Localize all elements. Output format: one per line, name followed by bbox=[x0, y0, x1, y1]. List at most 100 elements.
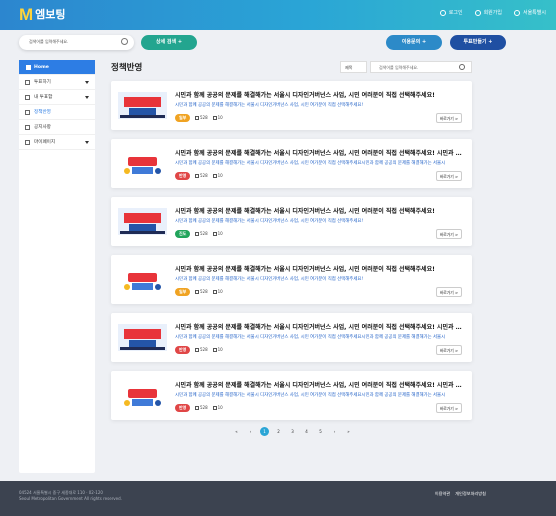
sidebar-item-notice[interactable]: 공지사항 bbox=[19, 120, 95, 135]
policy-title[interactable]: 시민과 함께 공공의 문제를 해결해가는 서울시 디자인거버넌스 사업, 시민 … bbox=[175, 380, 465, 389]
inquiry-button[interactable]: 이용문의 + bbox=[386, 35, 442, 50]
page-button[interactable]: 4 bbox=[302, 427, 311, 436]
sidebar-item-policy[interactable]: 정책반영 bbox=[19, 105, 95, 120]
policy-card[interactable]: 시민과 함께 공공의 문제를 해결해가는 서울시 디자인거버넌스 사업, 시민 … bbox=[111, 371, 472, 420]
goto-button[interactable]: 바로가기 > bbox=[436, 113, 462, 123]
create-vote-button[interactable]: 투표만들기 + bbox=[450, 35, 506, 50]
policy-thumbnail bbox=[118, 92, 167, 119]
page-button[interactable]: 1 bbox=[260, 427, 269, 436]
list-search-input[interactable]: 검색어를 입력해주세요. bbox=[370, 61, 472, 73]
search-row: 검색어를 입력해주세요. 상세 검색 + 이용문의 + 투표만들기 + bbox=[19, 35, 539, 51]
policy-title[interactable]: 시민과 함께 공공의 문제를 해결해가는 서울시 디자인거버넌스 사업, 시민 … bbox=[175, 90, 465, 99]
policy-subtitle: 시민과 함께 공공의 문제를 해결해가는 서울시 디자인거버넌스 사업, 시민 … bbox=[175, 335, 446, 340]
footer: 04524 서울특별시 중구 세종대로 110 · 02-120 Seoul M… bbox=[0, 481, 556, 516]
person-icon bbox=[195, 406, 199, 410]
login-link-label: 로그인 bbox=[448, 10, 463, 16]
sidebar-item-home[interactable]: Home bbox=[19, 60, 95, 75]
policy-title[interactable]: 시민과 함께 공공의 문제를 해결해가는 서울시 디자인거버넌스 사업, 시민 … bbox=[175, 148, 465, 157]
goto-button[interactable]: 바로가기 > bbox=[436, 229, 462, 239]
privacy-link[interactable]: 개인정보처리방침 bbox=[455, 491, 486, 497]
goto-button[interactable]: 바로가기 > bbox=[436, 345, 462, 355]
search-placeholder: 검색어를 입력해주세요. bbox=[29, 39, 69, 44]
login-link[interactable]: 로그인 bbox=[439, 9, 463, 16]
policy-subtitle: 시민과 함께 공공의 문제를 해결해가는 서울시 디자인거버넌스 사업, 시민 … bbox=[175, 277, 364, 282]
policy-title[interactable]: 시민과 함께 공공의 문제를 해결해가는 서울시 디자인거버넌스 사업, 시민 … bbox=[175, 264, 465, 273]
sidebar-item-label: 마이페이지 bbox=[34, 140, 56, 145]
seoul-link[interactable]: 서울특별시 bbox=[513, 9, 546, 16]
goto-button[interactable]: 바로가기 > bbox=[436, 171, 462, 181]
person-icon bbox=[195, 174, 199, 178]
comment-icon bbox=[212, 290, 217, 294]
policy-title[interactable]: 시민과 함께 공공의 문제를 해결해가는 서울시 디자인거버넌스 사업, 시민 … bbox=[175, 206, 465, 215]
page-button[interactable]: 5 bbox=[316, 427, 325, 436]
policy-card[interactable]: 시민과 함께 공공의 문제를 해결해가는 서울시 디자인거버넌스 사업, 시민 … bbox=[111, 81, 472, 130]
search-input[interactable]: 검색어를 입력해주세요. bbox=[19, 35, 134, 50]
comments-count: 10 bbox=[212, 347, 223, 352]
policy-thumbnail bbox=[118, 324, 167, 351]
chevron-down-icon bbox=[85, 96, 89, 99]
policy-subtitle: 시민과 함께 공공의 문제를 해결해가는 서울시 디자인거버넌스 사업, 시민 … bbox=[175, 219, 364, 224]
comment-icon bbox=[212, 116, 217, 120]
comments-value: 10 bbox=[217, 405, 223, 410]
search-icon[interactable] bbox=[459, 64, 465, 70]
views-count: 528 bbox=[195, 405, 208, 410]
footer-address: 04524 서울특별시 중구 세종대로 110 · 02-120 Seoul M… bbox=[19, 490, 122, 502]
policy-thumbnail bbox=[118, 150, 167, 177]
comments-count: 10 bbox=[212, 231, 223, 236]
policy-title[interactable]: 시민과 함께 공공의 문제를 해결해가는 서울시 디자인거버넌스 사업, 시민 … bbox=[175, 322, 465, 331]
comments-value: 10 bbox=[217, 231, 223, 236]
page-button[interactable]: » bbox=[344, 427, 353, 436]
sort-select-value: 제목 bbox=[345, 65, 353, 70]
user-icon bbox=[474, 9, 481, 16]
sidebar-item-my-votes[interactable]: 내 투표함 bbox=[19, 90, 95, 105]
policy-card[interactable]: 시민과 함께 공공의 문제를 해결해가는 서울시 디자인거버넌스 사업, 시민 … bbox=[111, 313, 472, 362]
policy-card[interactable]: 시민과 함께 공공의 문제를 해결해가는 서울시 디자인거버넌스 사업, 시민 … bbox=[111, 255, 472, 304]
page-button[interactable]: 2 bbox=[274, 427, 283, 436]
views-value: 528 bbox=[200, 405, 208, 410]
status-badge: 일부 bbox=[175, 114, 191, 122]
views-value: 528 bbox=[200, 231, 208, 236]
sidebar-item-label: 내 투표함 bbox=[34, 95, 53, 100]
page-button[interactable]: ‹ bbox=[246, 427, 255, 436]
goto-button[interactable]: 바로가기 > bbox=[436, 403, 462, 413]
monitor-icon bbox=[25, 140, 30, 145]
pagination: « ‹ 1 2 3 4 5 › » bbox=[232, 427, 353, 436]
views-value: 528 bbox=[200, 347, 208, 352]
policy-subtitle: 시민과 함께 공공의 문제를 해결해가는 서울시 디자인거버넌스 사업, 시민 … bbox=[175, 393, 446, 398]
views-count: 528 bbox=[195, 347, 208, 352]
search-icon[interactable] bbox=[121, 38, 128, 45]
views-value: 528 bbox=[200, 173, 208, 178]
policy-meta: 528 10 bbox=[195, 231, 223, 236]
logo[interactable]: M 엠보팅 bbox=[19, 6, 66, 23]
footer-links: 이용약관 개인정보처리방침 bbox=[435, 491, 486, 497]
comment-icon bbox=[212, 232, 217, 236]
signup-link[interactable]: 회원가입 bbox=[474, 9, 502, 16]
sidebar-item-label: 공지사항 bbox=[34, 125, 51, 130]
list-search-placeholder: 검색어를 입력해주세요. bbox=[379, 65, 419, 70]
sidebar-item-mypage[interactable]: 마이페이지 bbox=[19, 135, 95, 150]
comment-icon bbox=[212, 174, 217, 178]
sidebar-item-vote[interactable]: 투표하기 bbox=[19, 75, 95, 90]
sort-select[interactable]: 제목 bbox=[340, 61, 367, 73]
comment-icon bbox=[212, 348, 217, 352]
document-icon bbox=[25, 110, 30, 115]
policy-card[interactable]: 시민과 함께 공공의 문제를 해결해가는 서울시 디자인거버넌스 사업, 시민 … bbox=[111, 139, 472, 188]
page-button[interactable]: 3 bbox=[288, 427, 297, 436]
goto-button[interactable]: 바로가기 > bbox=[436, 287, 462, 297]
page-title: 정책반영 bbox=[111, 63, 143, 73]
status-badge: 일부 bbox=[175, 288, 191, 296]
comments-value: 10 bbox=[217, 347, 223, 352]
signup-link-label: 회원가입 bbox=[483, 10, 502, 16]
views-count: 528 bbox=[195, 231, 208, 236]
status-badge: 반영 bbox=[175, 404, 191, 412]
page-button[interactable]: « bbox=[232, 427, 241, 436]
page-button[interactable]: › bbox=[330, 427, 339, 436]
policy-card[interactable]: 시민과 함께 공공의 문제를 해결해가는 서울시 디자인거버넌스 사업, 시민 … bbox=[111, 197, 472, 246]
policy-subtitle: 시민과 함께 공공의 문제를 해결해가는 서울시 디자인거버넌스 사업, 시민 … bbox=[175, 161, 446, 166]
policy-meta: 528 10 bbox=[195, 289, 223, 294]
terms-link[interactable]: 이용약관 bbox=[435, 491, 450, 497]
detail-search-button[interactable]: 상세 검색 + bbox=[141, 35, 197, 50]
policy-subtitle: 시민과 함께 공공의 문제를 해결해가는 서울시 디자인거버넌스 사업, 시민 … bbox=[175, 103, 364, 108]
comments-value: 10 bbox=[217, 289, 223, 294]
views-value: 528 bbox=[200, 289, 208, 294]
